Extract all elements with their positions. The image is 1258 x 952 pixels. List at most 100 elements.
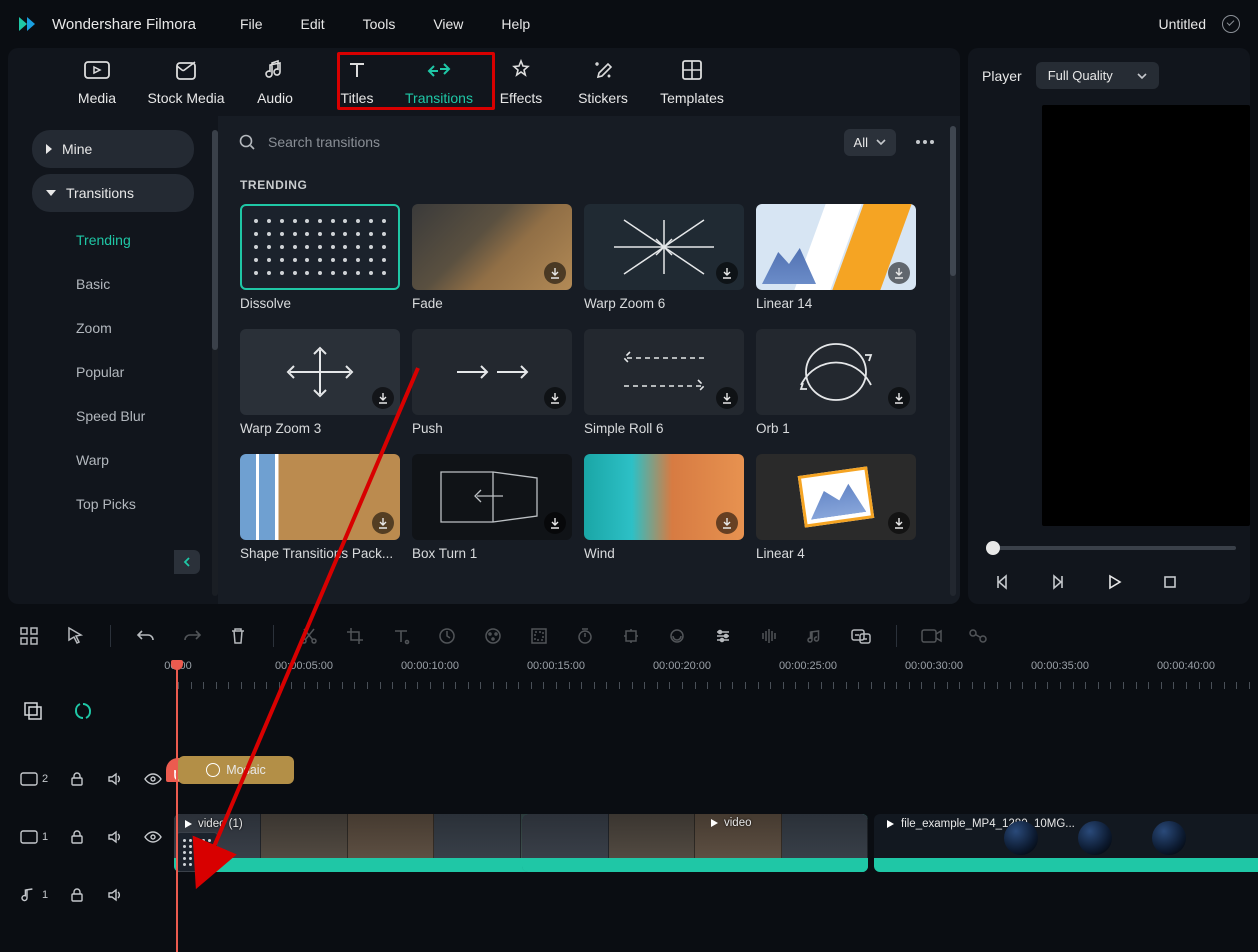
stop-button[interactable]: [1158, 570, 1182, 594]
audio-adjust-button[interactable]: [756, 623, 782, 649]
timeline-ruler[interactable]: 00:0000:00:05:0000:00:10:0000:00:15:0000…: [172, 662, 1258, 692]
crop-button[interactable]: [342, 623, 368, 649]
tab-media[interactable]: Media: [56, 58, 138, 116]
visibility-icon[interactable]: [144, 828, 162, 846]
download-icon[interactable]: [372, 387, 394, 409]
keyframe-button[interactable]: [618, 623, 644, 649]
download-icon[interactable]: [716, 512, 738, 534]
timer-button[interactable]: [572, 623, 598, 649]
playhead[interactable]: [176, 662, 178, 952]
mask-button[interactable]: [526, 623, 552, 649]
clip-video2[interactable]: video: [522, 814, 868, 872]
tab-transitions[interactable]: Transitions: [398, 58, 480, 116]
download-icon[interactable]: [544, 262, 566, 284]
player-preview[interactable]: [1042, 105, 1250, 526]
dashboard-button[interactable]: [16, 623, 42, 649]
lock-icon[interactable]: [68, 770, 86, 788]
adjust-button[interactable]: [710, 623, 736, 649]
mute-icon[interactable]: [106, 886, 124, 904]
search-field[interactable]: Search transitions: [238, 133, 830, 151]
menu-edit[interactable]: Edit: [301, 16, 325, 32]
filter-dropdown[interactable]: All: [844, 129, 896, 156]
menu-tools[interactable]: Tools: [363, 16, 396, 32]
clip-mosaic-effect[interactable]: Mosaic: [178, 756, 294, 784]
mute-icon[interactable]: [106, 770, 124, 788]
tab-stock-media[interactable]: Stock Media: [138, 58, 234, 116]
download-icon[interactable]: [544, 512, 566, 534]
library-panel: Media Stock Media Audio Titles Transitio…: [8, 48, 960, 604]
player-scrub-bar[interactable]: [986, 546, 1236, 550]
clip-video3[interactable]: file_example_MP4_1280_10MG...: [874, 814, 1258, 872]
transition-linear4[interactable]: Linear 4: [756, 454, 916, 561]
sidebar-item-popular[interactable]: Popular: [76, 350, 194, 394]
track-v2[interactable]: Mosaic: [172, 756, 1258, 814]
tracks-area[interactable]: Mosaic video (1) video file_example_: [172, 696, 1258, 952]
subtitle-button[interactable]: [848, 623, 874, 649]
track-v1[interactable]: video (1) video file_example_MP4_1280_10…: [172, 814, 1258, 872]
delete-button[interactable]: [225, 623, 251, 649]
download-icon[interactable]: [716, 262, 738, 284]
download-icon[interactable]: [372, 512, 394, 534]
undo-button[interactable]: [133, 623, 159, 649]
transition-orb1[interactable]: Orb 1: [756, 329, 916, 436]
sidebar-item-warp[interactable]: Warp: [76, 438, 194, 482]
sync-status-icon[interactable]: [1222, 15, 1240, 33]
cursor-button[interactable]: [62, 623, 88, 649]
transition-wind[interactable]: Wind: [584, 454, 744, 561]
thumb-image: [412, 204, 572, 290]
menu-view[interactable]: View: [433, 16, 463, 32]
effects-icon: [507, 58, 535, 82]
music-button[interactable]: [802, 623, 828, 649]
content-scrollbar[interactable]: [950, 126, 956, 596]
download-icon[interactable]: [716, 387, 738, 409]
more-options-button[interactable]: [910, 134, 940, 150]
transition-boxturn1[interactable]: Box Turn 1: [412, 454, 572, 561]
sidebar-item-basic[interactable]: Basic: [76, 262, 194, 306]
transition-warpzoom3[interactable]: Warp Zoom 3: [240, 329, 400, 436]
lock-icon[interactable]: [68, 828, 86, 846]
sidebar-group-transitions[interactable]: Transitions: [32, 174, 194, 212]
menu-file[interactable]: File: [240, 16, 263, 32]
transition-dissolve[interactable]: Dissolve: [240, 204, 400, 311]
link-button[interactable]: [965, 623, 991, 649]
menu-help[interactable]: Help: [501, 16, 530, 32]
sidebar-item-speedblur[interactable]: Speed Blur: [76, 394, 194, 438]
chromakey-button[interactable]: [664, 623, 690, 649]
tab-audio[interactable]: Audio: [234, 58, 316, 116]
transition-fade[interactable]: Fade: [412, 204, 572, 311]
transition-warpzoom6[interactable]: Warp Zoom 6: [584, 204, 744, 311]
tab-templates[interactable]: Templates: [644, 58, 740, 116]
text-button[interactable]: [388, 623, 414, 649]
tab-titles[interactable]: Titles: [316, 58, 398, 116]
scrub-knob[interactable]: [986, 541, 1000, 555]
download-icon[interactable]: [888, 387, 910, 409]
download-icon[interactable]: [888, 512, 910, 534]
speed-button[interactable]: [434, 623, 460, 649]
next-frame-button[interactable]: [1046, 570, 1070, 594]
sidebar-item-zoom[interactable]: Zoom: [76, 306, 194, 350]
transition-simpleroll6[interactable]: Simple Roll 6: [584, 329, 744, 436]
sidebar-item-trending[interactable]: Trending: [76, 218, 194, 262]
tab-effects[interactable]: Effects: [480, 58, 562, 116]
tab-stickers[interactable]: Stickers: [562, 58, 644, 116]
play-button[interactable]: [1102, 570, 1126, 594]
sidebar-group-mine[interactable]: Mine: [32, 130, 194, 168]
lock-icon[interactable]: [68, 886, 86, 904]
download-icon[interactable]: [888, 262, 910, 284]
mute-icon[interactable]: [106, 828, 124, 846]
sidebar-collapse-button[interactable]: [174, 550, 200, 574]
split-button[interactable]: [296, 623, 322, 649]
color-button[interactable]: [480, 623, 506, 649]
prev-frame-button[interactable]: [990, 570, 1014, 594]
download-icon[interactable]: [544, 387, 566, 409]
player-quality-dropdown[interactable]: Full Quality: [1036, 62, 1159, 89]
transition-linear14[interactable]: Linear 14: [756, 204, 916, 311]
sidebar-item-toppicks[interactable]: Top Picks: [76, 482, 194, 526]
visibility-icon[interactable]: [144, 770, 162, 788]
record-button[interactable]: [919, 623, 945, 649]
redo-button[interactable]: [179, 623, 205, 649]
track-a1[interactable]: [172, 872, 1258, 930]
transition-marker-dissolve[interactable]: [176, 832, 218, 872]
transition-shapepack[interactable]: Shape Transitions Pack...: [240, 454, 400, 561]
transition-push[interactable]: Push: [412, 329, 572, 436]
